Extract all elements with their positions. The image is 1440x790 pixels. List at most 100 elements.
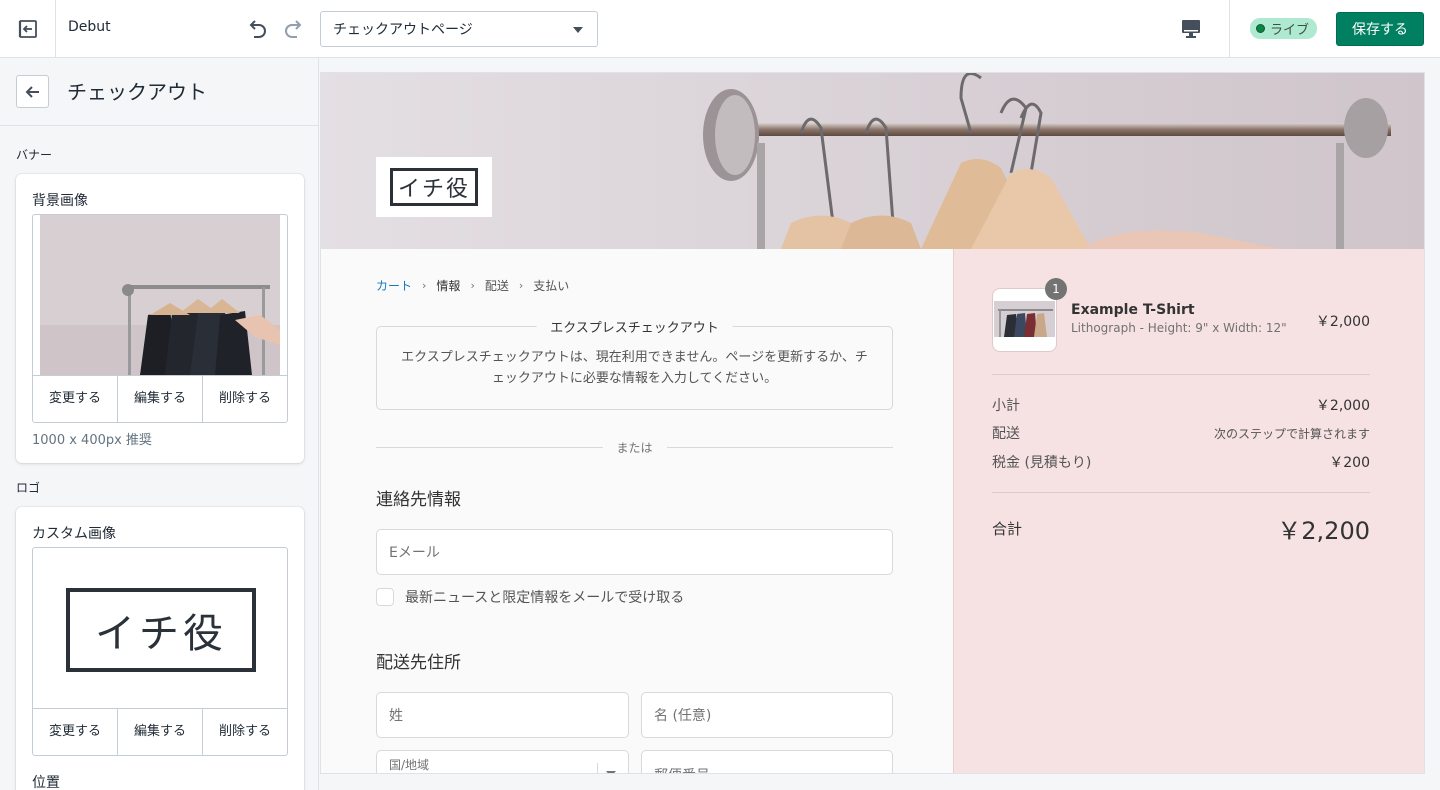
chevron-right-icon: › <box>518 279 524 292</box>
back-button[interactable] <box>16 75 49 108</box>
banner-edit-button[interactable]: 編集する <box>118 376 203 422</box>
banner-image-picker[interactable]: 変更する 編集する 削除する <box>32 214 288 423</box>
chevron-down-icon <box>606 771 616 773</box>
banner-change-button[interactable]: 変更する <box>33 376 118 422</box>
country-label: 国/地域 <box>389 758 430 772</box>
logo-image-picker[interactable]: イチ役 変更する 編集する 削除する <box>32 547 288 756</box>
breadcrumb: カート › 情報 › 配送 › 支払い <box>376 277 569 294</box>
undo-icon <box>249 20 266 38</box>
banner-thumbnail <box>40 215 280 375</box>
first-name-placeholder: 名 (任意) <box>654 708 712 724</box>
breadcrumb-payment: 支払い <box>533 279 570 293</box>
logo-change-button[interactable]: 変更する <box>33 709 118 755</box>
checkout-preview: イチ役 カート › 情報 › 配送 › 支払い エクスプレスチェックアウト エク… <box>320 72 1425 774</box>
subtotal-row: 小計 ￥2,000 <box>992 395 1370 415</box>
page-select[interactable]: チェックアウトページ <box>320 11 598 47</box>
checkout-banner: イチ役 <box>321 73 1424 249</box>
banner-image-card: 背景画像 変更する 編集する 削除する 1000 x 400px 推奨 <box>16 174 304 463</box>
order-summary: 1 Example T-Shirt Lithograph - Height: 9… <box>953 249 1424 773</box>
theme-name: Debut <box>68 19 111 35</box>
subtotal-value: ￥2,000 <box>1315 398 1370 414</box>
sidebar-header: チェックアウト <box>0 58 318 126</box>
desktop-icon <box>1182 20 1200 38</box>
product-name: Example T-Shirt <box>1071 302 1195 318</box>
redo-icon <box>285 20 302 38</box>
total-label: 合計 <box>992 520 1023 538</box>
page-select-value: チェックアウトページ <box>333 22 473 38</box>
arrow-left-icon <box>25 85 39 98</box>
product-thumbnail: 1 <box>992 278 1067 352</box>
status-dot-icon <box>1256 24 1265 33</box>
shipping-label: 配送 <box>992 426 1020 442</box>
product-price: ￥2,000 <box>1315 314 1370 330</box>
contact-heading: 連絡先情報 <box>376 490 461 510</box>
last-name-field[interactable]: 姓 <box>376 692 629 738</box>
first-name-field[interactable]: 名 (任意) <box>641 692 893 738</box>
store-logo-mark: イチ役 <box>390 168 478 206</box>
logo-thumbnail-text: イチ役 <box>95 611 227 657</box>
newsletter-option[interactable]: 最新ニュースと限定情報をメールで受け取る <box>376 587 684 607</box>
banner-size-hint: 1000 x 400px 推奨 <box>32 433 152 448</box>
shipping-row: 配送 次のステップで計算されます <box>992 423 1370 443</box>
tax-value: ￥200 <box>1329 455 1370 471</box>
save-button[interactable]: 保存する <box>1336 12 1424 46</box>
express-checkout-box: エクスプレスチェックアウト エクスプレスチェックアウトは、現在利用できません。ペ… <box>376 317 893 410</box>
postal-code-placeholder: 郵便番号 <box>654 765 710 773</box>
chevron-down-icon <box>573 27 583 33</box>
newsletter-label: 最新ニュースと限定情報をメールで受け取る <box>405 590 685 606</box>
quantity-badge: 1 <box>1045 278 1067 300</box>
breadcrumb-information: 情報 <box>436 279 461 293</box>
logo-delete-button[interactable]: 削除する <box>203 709 287 755</box>
product-photo <box>994 301 1055 337</box>
exit-icon <box>18 19 37 38</box>
logo-image-card: カスタム画像 イチ役 変更する 編集する 削除する 位置 <box>16 507 304 790</box>
tax-label: 税金 (見積もり) <box>992 455 1092 471</box>
breadcrumb-cart[interactable]: カート <box>376 277 412 294</box>
last-name-placeholder: 姓 <box>389 708 403 724</box>
total-value: ￥2,200 <box>1277 517 1370 545</box>
subtotal-label: 小計 <box>992 398 1020 414</box>
summary-divider <box>992 374 1370 375</box>
live-status-label: ライブ <box>1270 23 1310 38</box>
product-image <box>994 301 1055 337</box>
logo-edit-button[interactable]: 編集する <box>118 709 203 755</box>
email-placeholder: Eメール <box>389 545 440 561</box>
shipping-value: 次のステップで計算されます <box>1213 426 1370 441</box>
redo-button[interactable] <box>281 16 307 42</box>
device-preview-button[interactable] <box>1178 17 1204 41</box>
postal-code-field[interactable]: 郵便番号 <box>641 750 893 773</box>
chevron-right-icon: › <box>422 279 427 292</box>
express-checkout-message: エクスプレスチェックアウトは、現在利用できません。ページを更新するか、チェックア… <box>401 350 868 386</box>
newsletter-checkbox[interactable] <box>376 588 394 606</box>
banner-delete-button[interactable]: 削除する <box>203 376 287 422</box>
logo-section-label: ロゴ <box>16 481 41 495</box>
logo-thumbnail: イチ役 <box>66 588 256 672</box>
country-select[interactable]: 国/地域 <box>376 750 629 773</box>
tax-row: 税金 (見積もり) ￥200 <box>992 452 1370 472</box>
top-bar: Debut チェックアウトページ ライブ 保存する <box>0 0 1440 58</box>
topbar-divider <box>1229 0 1230 57</box>
banner-section-label: バナー <box>16 148 53 162</box>
email-field[interactable]: Eメール <box>376 529 893 575</box>
or-divider: または <box>376 439 893 456</box>
logo-image-label: カスタム画像 <box>32 526 116 542</box>
or-divider-text: または <box>602 439 667 456</box>
product-variant: Lithograph - Height: 9" x Width: 12" <box>1071 321 1287 335</box>
express-checkout-title: エクスプレスチェックアウト <box>536 317 733 336</box>
store-logo-text: イチ役 <box>397 177 470 202</box>
sidebar-title: チェックアウト <box>67 80 207 104</box>
store-logo[interactable]: イチ役 <box>376 157 492 217</box>
checkout-main: カート › 情報 › 配送 › 支払い エクスプレスチェックアウト エクスプレス… <box>321 249 953 773</box>
exit-button[interactable] <box>0 0 56 57</box>
banner-image-actions: 変更する 編集する 削除する <box>33 375 287 422</box>
summary-divider <box>992 492 1370 493</box>
settings-sidebar: チェックアウト バナー 背景画像 変更する 編集する 削除する 1000 x 4… <box>0 58 319 790</box>
shipping-heading: 配送先住所 <box>376 653 461 673</box>
banner-image-label: 背景画像 <box>32 193 88 209</box>
live-status-badge: ライブ <box>1250 18 1318 39</box>
breadcrumb-shipping: 配送 <box>484 279 509 293</box>
select-divider <box>597 763 598 773</box>
chevron-right-icon: › <box>470 279 475 292</box>
logo-image-actions: 変更する 編集する 削除する <box>33 708 287 755</box>
undo-button[interactable] <box>244 16 270 42</box>
